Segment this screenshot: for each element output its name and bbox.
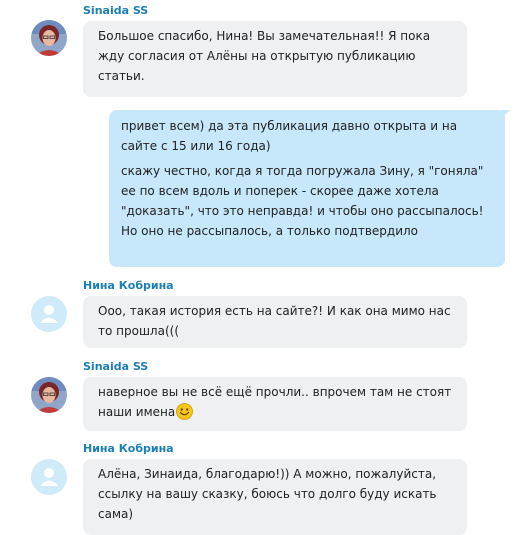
message-text: Большое спасибо, Нина! Вы замечательная!… [98,29,431,83]
sender-name[interactable]: Sinaida SS [83,360,148,373]
message-bubble: Алёна, Зинаида, благодарю!)) А можно, по… [83,459,467,535]
default-user-avatar[interactable] [31,459,67,495]
smile-emoji-icon [176,403,194,420]
message-text: наверное вы не всё ещё прочли.. впрочем … [98,385,452,419]
user-photo-avatar[interactable] [31,20,67,56]
default-user-avatar[interactable] [31,296,67,332]
sender-name[interactable]: Нина Кобрина [83,279,174,292]
message-text: Алёна, Зинаида, благодарю!)) А можно, по… [98,467,437,521]
message-bubble: наверное вы не всё ещё прочли.. впрочем … [83,377,467,431]
message-bubble: Ооо, такая история есть на сайте?! И как… [83,296,467,348]
chat-conversation: Sinaida SS Большое спасибо, Нина! Вы зам… [0,0,515,535]
message-text: Ооо, такая история есть на сайте?! И как… [98,304,451,338]
sender-name[interactable]: Нина Кобрина [83,442,174,455]
message-text: привет всем) да эта публикация давно отк… [121,119,458,153]
user-photo-avatar[interactable] [31,377,67,413]
outgoing-message-bubble: привет всем) да эта публикация давно отк… [109,110,505,267]
sender-name[interactable]: Sinaida SS [83,4,148,17]
message-text: скажу честно, когда я тогда погружала Зи… [121,164,484,238]
message-bubble: Большое спасибо, Нина! Вы замечательная!… [83,21,467,97]
bubble-tail [500,110,510,120]
